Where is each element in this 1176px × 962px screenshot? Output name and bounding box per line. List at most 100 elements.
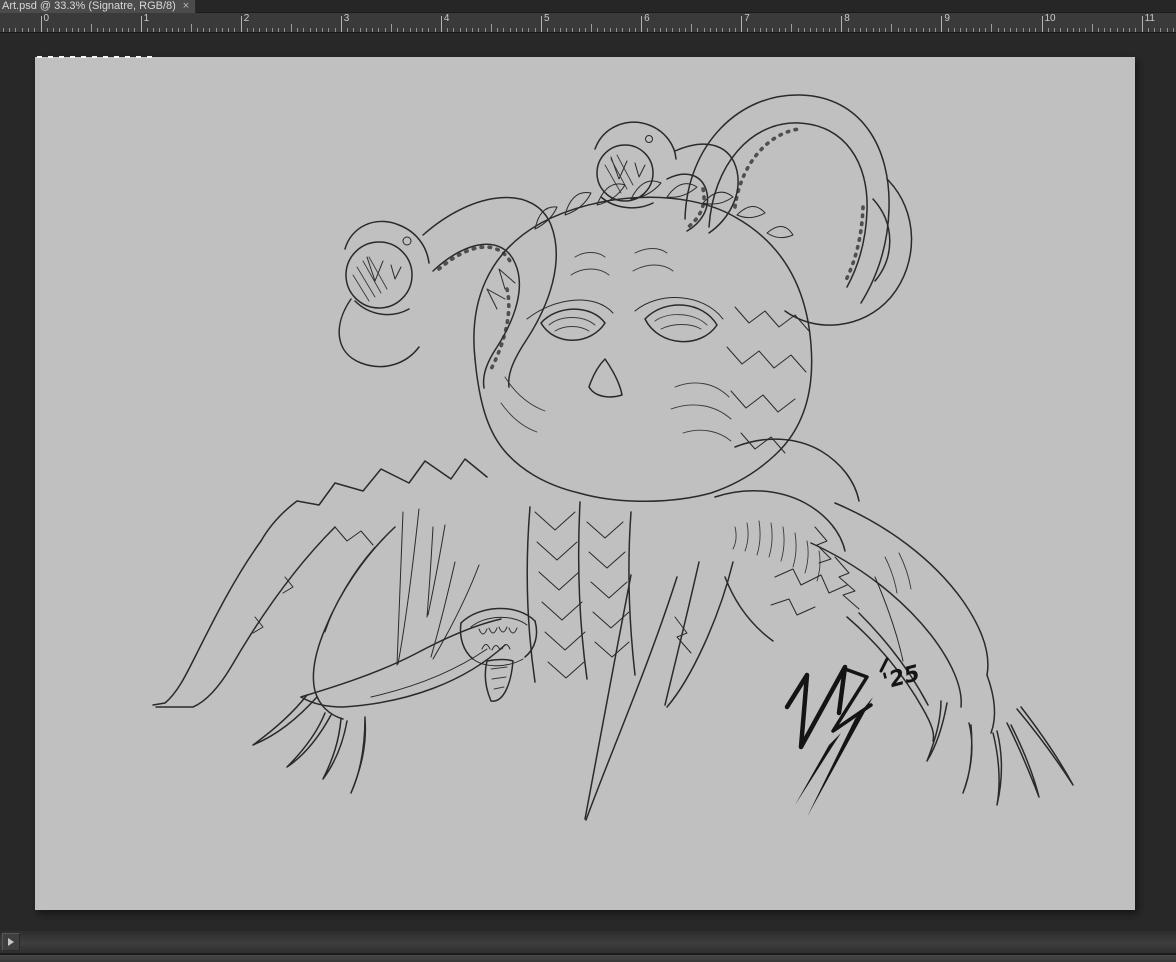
- skull-head: [474, 181, 812, 501]
- ruler-tick: [966, 28, 967, 32]
- ruler-tick: [547, 28, 548, 32]
- ruler-label: 1: [144, 14, 150, 24]
- ruler-tick: [879, 28, 880, 32]
- horizontal-scrollbar-track[interactable]: [0, 931, 1176, 953]
- ruler-tick: [3, 28, 4, 32]
- ruler-tick: [228, 28, 229, 32]
- ruler-tick: [729, 28, 730, 32]
- ruler-tick: [341, 16, 342, 32]
- ruler-tick: [704, 28, 705, 32]
- ruler-label: 6: [644, 14, 650, 24]
- close-icon: ×: [183, 0, 189, 12]
- ruler-tick: [735, 28, 736, 32]
- snake-middle: [595, 122, 738, 233]
- scrollbar-arrow-button[interactable]: [2, 933, 20, 951]
- ruler-tick: [954, 28, 955, 32]
- ruler-tick: [1092, 24, 1093, 32]
- ruler-tick: [516, 28, 517, 32]
- ruler-tick: [435, 28, 436, 32]
- ruler-tick: [1129, 28, 1130, 32]
- ruler-tick: [816, 28, 817, 32]
- snake-left: [339, 198, 556, 388]
- ruler-label: 3: [344, 14, 350, 24]
- ruler-tick: [528, 28, 529, 32]
- ruler-tick: [122, 28, 123, 32]
- ruler-tick: [1029, 28, 1030, 32]
- ruler-tick: [873, 28, 874, 32]
- snake-right: [685, 95, 912, 325]
- ruler-tick: [128, 28, 129, 32]
- ruler-tick: [197, 28, 198, 32]
- ruler-tick: [772, 28, 773, 32]
- ruler-tick: [941, 16, 942, 32]
- ruler-tick: [991, 24, 992, 32]
- ruler-tick: [1042, 16, 1043, 32]
- ruler-tick: [109, 28, 110, 32]
- ruler-tick: [979, 28, 980, 32]
- tab-close-button[interactable]: ×: [183, 1, 189, 12]
- ruler-tick: [134, 28, 135, 32]
- ruler-tick: [841, 16, 842, 32]
- ruler-tick: [610, 28, 611, 32]
- ruler-tick: [297, 28, 298, 32]
- ruler-tick: [1035, 28, 1036, 32]
- ruler-tick: [9, 28, 10, 32]
- ruler-tick: [916, 28, 917, 32]
- ruler-tick: [848, 28, 849, 32]
- ruler-tick: [322, 28, 323, 32]
- ruler-tick: [591, 24, 592, 32]
- ruler-tick: [604, 28, 605, 32]
- ruler-tick: [891, 24, 892, 32]
- ruler-tick: [366, 28, 367, 32]
- ruler-tick: [1016, 28, 1017, 32]
- ruler-tick: [654, 28, 655, 32]
- ruler-tick: [259, 28, 260, 32]
- ruler-tick: [266, 28, 267, 32]
- ruler-tick: [973, 28, 974, 32]
- ruler-tick: [585, 28, 586, 32]
- right-limbs: [811, 503, 1073, 805]
- ruler-tick: [679, 28, 680, 32]
- ruler-tick: [416, 28, 417, 32]
- ruler-tick: [59, 28, 60, 32]
- ruler-tick: [1098, 28, 1099, 32]
- ruler-tick: [203, 28, 204, 32]
- ruler-tick: [66, 28, 67, 32]
- document-tab[interactable]: Art.psd @ 33.3% (Signatre, RGB/8) ×: [0, 0, 196, 13]
- ruler-tick: [710, 28, 711, 32]
- ruler-tick: [697, 28, 698, 32]
- ruler-tick: [854, 28, 855, 32]
- ruler-tick: [397, 28, 398, 32]
- ruler-tick: [785, 28, 786, 32]
- ruler-tick: [503, 28, 504, 32]
- ruler-tick: [360, 28, 361, 32]
- inner-mouth: [461, 608, 537, 701]
- ruler-tick: [410, 28, 411, 32]
- ruler-tick: [316, 28, 317, 32]
- ruler-tick: [535, 28, 536, 32]
- ruler-tick: [41, 16, 42, 32]
- ruler-tick: [15, 28, 16, 32]
- ruler-tick: [335, 28, 336, 32]
- ruler-tick: [566, 28, 567, 32]
- ruler-tick: [804, 28, 805, 32]
- ruler-tick: [716, 28, 717, 32]
- ruler-tick: [1142, 16, 1143, 32]
- ruler-tick: [91, 24, 92, 32]
- ruler-tick: [53, 28, 54, 32]
- ruler-tick: [1110, 28, 1111, 32]
- ruler-tick: [303, 28, 304, 32]
- ruler-tick: [616, 28, 617, 32]
- artist-signature: '25: [787, 659, 923, 817]
- document-canvas[interactable]: '25: [35, 57, 1135, 910]
- ruler-tick: [1060, 28, 1061, 32]
- ruler-tick: [860, 28, 861, 32]
- ruler-tick: [216, 28, 217, 32]
- ruler-tick: [166, 28, 167, 32]
- ruler-tick: [1123, 28, 1124, 32]
- ruler-tick: [460, 28, 461, 32]
- ruler-label: 5: [544, 14, 550, 24]
- document-tab-bar: Art.psd @ 33.3% (Signatre, RGB/8) ×: [0, 0, 1176, 13]
- horizontal-ruler[interactable]: 01234567891011: [0, 13, 1176, 33]
- ruler-tick: [178, 28, 179, 32]
